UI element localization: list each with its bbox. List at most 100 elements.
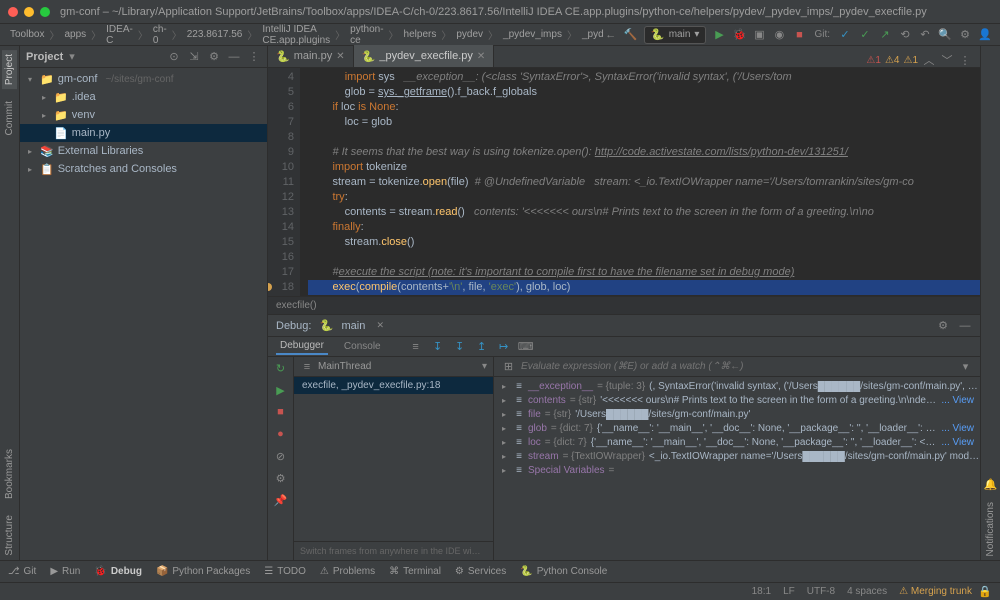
editor-tab[interactable]: 🐍main.py✕ bbox=[268, 45, 354, 67]
chevron-down-icon[interactable]: ▾ bbox=[959, 360, 972, 374]
git-history-icon[interactable]: ⟲ bbox=[898, 28, 912, 42]
step-into-icon[interactable]: ↧ bbox=[431, 340, 445, 354]
target-icon[interactable]: ⊙ bbox=[167, 50, 181, 64]
expand-icon[interactable]: ⇲ bbox=[187, 50, 201, 64]
chevron-down-icon[interactable]: ﹀ bbox=[940, 53, 954, 67]
git-rollback-icon[interactable]: ↶ bbox=[918, 28, 932, 42]
gear-icon[interactable]: ⚙ bbox=[207, 50, 221, 64]
chevron-down-icon[interactable]: ▾ bbox=[482, 361, 487, 372]
breadcrumb-item[interactable]: apps bbox=[62, 29, 88, 40]
close-icon[interactable]: ✕ bbox=[373, 319, 387, 333]
variable-row[interactable]: ▸≡Special Variables = bbox=[494, 463, 980, 477]
tool-debug[interactable]: 🐞Debug bbox=[94, 566, 142, 577]
project-tree[interactable]: ▾📁gm-conf~/sites/gm-conf▸📁.idea▸📁venv📄ma… bbox=[20, 68, 267, 560]
evaluate-input[interactable] bbox=[521, 361, 959, 372]
thread-name[interactable]: MainThread bbox=[318, 361, 478, 372]
close-icon[interactable] bbox=[8, 7, 18, 17]
caret-pos[interactable]: 18:1 bbox=[746, 586, 777, 597]
tool-python-console[interactable]: 🐍Python Console bbox=[520, 566, 607, 577]
more-icon[interactable]: ⋮ bbox=[247, 50, 261, 64]
git-branch[interactable]: ⚠ Merging trunk bbox=[893, 586, 978, 597]
threads-icon[interactable]: ≡ bbox=[300, 360, 314, 374]
tab-project[interactable]: Project bbox=[2, 50, 17, 89]
settings-icon[interactable]: ⚙ bbox=[958, 28, 972, 42]
variable-row[interactable]: ▸≡file = {str} '/Users██████/sites/gm-co… bbox=[494, 407, 980, 421]
view-link[interactable]: ... View bbox=[941, 395, 980, 406]
hide-icon[interactable]: — bbox=[958, 319, 972, 333]
tool-services[interactable]: ⚙Services bbox=[455, 566, 506, 577]
tool-todo[interactable]: ☰TODO bbox=[264, 566, 306, 577]
profile-icon[interactable]: ◉ bbox=[772, 28, 786, 42]
tool-git[interactable]: ⎇Git bbox=[8, 566, 36, 577]
breadcrumb-item[interactable]: python-ce bbox=[348, 24, 385, 46]
close-icon[interactable]: ✕ bbox=[336, 51, 344, 62]
stop-icon[interactable]: ■ bbox=[792, 28, 806, 42]
editor-gutter[interactable]: 456789101112131415161718 bbox=[268, 68, 300, 296]
lock-icon[interactable]: 🔒 bbox=[978, 585, 992, 599]
back-icon[interactable]: ← bbox=[604, 28, 618, 42]
variable-row[interactable]: ▸≡contents = {str} '<<<<<<< ours\n# Prin… bbox=[494, 393, 980, 407]
tab-debugger[interactable]: Debugger bbox=[276, 338, 328, 355]
chevron-up-icon[interactable]: ︿ bbox=[922, 53, 936, 67]
tab-notifications[interactable]: Notifications bbox=[983, 498, 998, 560]
git-push-icon[interactable]: ↗ bbox=[878, 28, 892, 42]
editor-breadcrumb[interactable]: execfile() bbox=[268, 296, 980, 314]
coverage-icon[interactable]: ▣ bbox=[752, 28, 766, 42]
git-commit-icon[interactable]: ✓ bbox=[858, 28, 872, 42]
variable-row[interactable]: ▸≡stream = {TextIOWrapper} <_io.TextIOWr… bbox=[494, 449, 980, 463]
variables-list[interactable]: ▸≡__exception__ = {tuple: 3} (, SyntaxEr… bbox=[494, 377, 980, 560]
tab-commit[interactable]: Commit bbox=[2, 97, 17, 139]
hide-icon[interactable]: — bbox=[227, 50, 241, 64]
frame-row[interactable]: execfile, _pydev_execfile.py:18 bbox=[294, 377, 493, 394]
pin-icon[interactable]: 📌 bbox=[274, 493, 288, 507]
chevron-down-icon[interactable]: ▾ bbox=[69, 50, 75, 63]
variable-row[interactable]: ▸≡loc = {dict: 7} {'__name__': '__main__… bbox=[494, 435, 980, 449]
rerun-icon[interactable]: ↻ bbox=[274, 361, 288, 375]
step-over-icon[interactable]: ≡ bbox=[409, 340, 423, 354]
debug-icon[interactable]: 🐞 bbox=[732, 28, 746, 42]
editor-tab[interactable]: 🐍_pydev_execfile.py✕ bbox=[354, 45, 495, 67]
stop-icon[interactable]: ■ bbox=[274, 405, 288, 419]
editor-code[interactable]: import sys __exception__: (<class 'Synta… bbox=[300, 68, 980, 296]
breadcrumb-item[interactable]: ch-0 bbox=[151, 24, 169, 46]
tab-structure[interactable]: Structure bbox=[2, 511, 17, 560]
warning-badge[interactable]: ⚠4 bbox=[885, 55, 900, 66]
breakpoints-icon[interactable]: ● bbox=[274, 427, 288, 441]
avatar-icon[interactable]: 👤 bbox=[978, 28, 992, 42]
more-icon[interactable]: ⋮ bbox=[958, 53, 972, 67]
breadcrumb-item[interactable]: pydev bbox=[454, 29, 485, 40]
weak-warning-badge[interactable]: ⚠1 bbox=[903, 55, 918, 66]
tree-row[interactable]: ▸📚External Libraries bbox=[20, 142, 267, 160]
breadcrumb-item[interactable]: 223.8617.56 bbox=[185, 29, 245, 40]
tool-terminal[interactable]: ⌘Terminal bbox=[389, 566, 441, 577]
run-config-selector[interactable]: 🐍 main ▾ bbox=[644, 26, 707, 44]
run-icon[interactable]: ▶ bbox=[712, 28, 726, 42]
breadcrumb-item[interactable]: IntelliJ IDEA CE.app.plugins bbox=[260, 24, 332, 46]
tree-row[interactable]: 📄main.py bbox=[20, 124, 267, 142]
gear-icon[interactable]: ⚙ bbox=[936, 319, 950, 333]
hammer-icon[interactable]: 🔨 bbox=[624, 28, 638, 42]
minimize-icon[interactable] bbox=[24, 7, 34, 17]
view-link[interactable]: ... View bbox=[941, 437, 980, 448]
mute-bp-icon[interactable]: ⊘ bbox=[274, 449, 288, 463]
step-out-icon[interactable]: ↥ bbox=[475, 340, 489, 354]
close-icon[interactable]: ✕ bbox=[477, 51, 485, 62]
search-icon[interactable]: 🔍 bbox=[938, 28, 952, 42]
view-link[interactable]: ... View bbox=[941, 423, 980, 434]
git-update-icon[interactable]: ✓ bbox=[838, 28, 852, 42]
tool-problems[interactable]: ⚠Problems bbox=[320, 566, 375, 577]
indent[interactable]: 4 spaces bbox=[841, 586, 893, 597]
breadcrumb-item[interactable]: Toolbox bbox=[8, 29, 46, 40]
settings-icon[interactable]: ⚙ bbox=[274, 471, 288, 485]
tool-python-packages[interactable]: 📦Python Packages bbox=[156, 566, 250, 577]
breadcrumb-item[interactable]: _pydev_imps bbox=[501, 29, 564, 40]
layout-icon[interactable]: ⊞ bbox=[502, 360, 515, 374]
resume-icon[interactable]: ▶ bbox=[274, 383, 288, 397]
tab-bookmarks[interactable]: Bookmarks bbox=[2, 445, 17, 503]
bell-icon[interactable]: 🔔 bbox=[984, 478, 998, 492]
encoding[interactable]: UTF-8 bbox=[801, 586, 841, 597]
tree-row[interactable]: ▾📁gm-conf~/sites/gm-conf bbox=[20, 70, 267, 88]
line-ending[interactable]: LF bbox=[777, 586, 801, 597]
breadcrumb-item[interactable]: helpers bbox=[402, 29, 439, 40]
error-badge[interactable]: ⚠1 bbox=[866, 55, 881, 66]
